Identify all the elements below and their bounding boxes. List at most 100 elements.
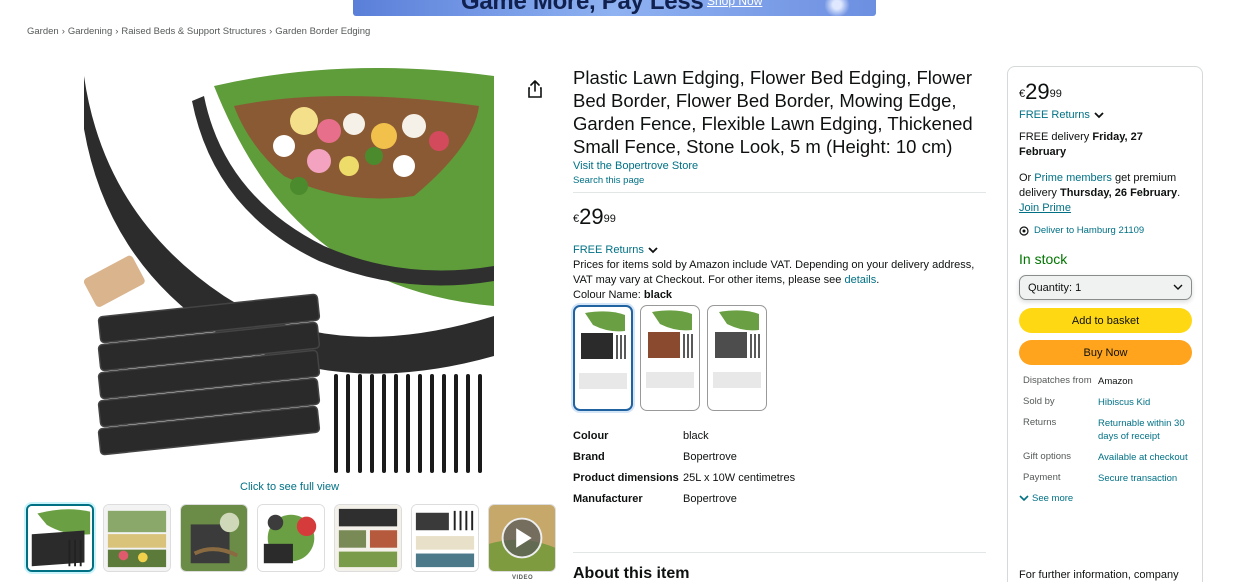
thumbnail-1[interactable]: [26, 504, 94, 572]
spec-row: Colour black: [573, 425, 986, 446]
breadcrumb-item-garden[interactable]: Garden: [27, 26, 59, 37]
swatch-grey[interactable]: [707, 305, 767, 411]
chevron-down-icon: [1019, 495, 1029, 502]
deliver-to-label: Deliver to Hamburg 21109: [1034, 225, 1145, 236]
spec-row: Product dimensions 25L x 10W centimetres: [573, 467, 986, 488]
breadcrumb: Garden › Gardening › Raised Beds & Support S…: [27, 26, 370, 37]
info-key: Payment: [1023, 472, 1061, 483]
prime-date: Thursday, 26 February: [1059, 187, 1178, 199]
swatch-image: [713, 310, 761, 362]
swatch-image: [646, 310, 694, 362]
price-fraction: 99: [603, 213, 616, 225]
vat-note: Prices for items sold by Amazon include …: [573, 258, 986, 288]
price-currency: €: [1019, 88, 1026, 100]
vat-note-end: .: [876, 274, 880, 286]
divider: [573, 192, 986, 193]
info-value-link[interactable]: Returnable within 30 days of receipt: [1098, 417, 1188, 443]
breadcrumb-item-gardening[interactable]: Gardening: [68, 26, 112, 37]
store-link[interactable]: Visit the Bopertrove Store: [573, 160, 986, 172]
search-this-page-link[interactable]: Search this page: [573, 175, 986, 186]
thumbnail-strip: [26, 504, 556, 572]
divider: [573, 552, 986, 553]
info-row: Payment Secure transaction: [1019, 472, 1191, 485]
thumbnail-4[interactable]: [257, 504, 325, 572]
chevron-down-icon: [648, 246, 658, 253]
main-product-image[interactable]: [79, 66, 497, 474]
chevron-down-icon: [1094, 111, 1104, 118]
prime-delivery-info: Or Prime members get premium delivery Th…: [1019, 171, 1191, 216]
further-info-text: For further information, company: [1019, 569, 1179, 581]
buy-now-button[interactable]: Buy Now: [1019, 340, 1192, 365]
spec-value: 25L x 10W centimetres: [683, 471, 796, 484]
spec-value: black: [683, 429, 709, 442]
colour-label: Colour Name:: [573, 289, 641, 301]
info-value-link[interactable]: Hibiscus Kid: [1098, 396, 1188, 409]
spec-key: Brand: [573, 450, 605, 463]
swatch-price-placeholder: [646, 372, 694, 388]
spec-row: Brand Bopertrove: [573, 446, 986, 467]
price-whole: 29: [1025, 79, 1050, 104]
share-icon[interactable]: [527, 80, 543, 98]
info-value: Amazon: [1098, 376, 1133, 387]
spec-value: Bopertrove: [683, 450, 737, 463]
price-currency: €: [573, 213, 580, 225]
spec-key: Product dimensions: [573, 471, 679, 484]
thumbnail-2[interactable]: [103, 504, 171, 572]
breadcrumb-item-raised-beds[interactable]: Raised Beds & Support Structures: [121, 26, 266, 37]
price-fraction: 99: [1049, 88, 1062, 100]
spec-value: Bopertrove: [683, 492, 737, 505]
free-returns-label: FREE Returns: [1019, 109, 1090, 121]
info-key: Sold by: [1023, 396, 1055, 407]
thumbnail-5[interactable]: [334, 504, 402, 572]
quantity-select[interactable]: Quantity: 1: [1019, 275, 1192, 300]
see-more-link[interactable]: See more: [1019, 493, 1191, 504]
info-row: Returns Returnable within 30 days of rece…: [1019, 417, 1191, 443]
thumbnail-6[interactable]: [411, 504, 479, 572]
buybox-free-returns-link[interactable]: FREE Returns: [1019, 109, 1191, 121]
info-value-link[interactable]: Secure transaction: [1098, 472, 1188, 485]
swatch-price-placeholder: [579, 373, 627, 389]
product-specs: Colour black Brand Bopertrove Product dime…: [573, 425, 986, 509]
breadcrumb-item-border-edging[interactable]: Garden Border Edging: [275, 26, 370, 37]
info-value-link[interactable]: Available at checkout: [1098, 451, 1188, 464]
prime-members-link[interactable]: Prime members: [1034, 172, 1112, 184]
breadcrumb-separator: ›: [115, 26, 119, 37]
video-thumbnail[interactable]: [488, 504, 556, 572]
video-label: VIDEO: [512, 575, 534, 581]
breadcrumb-separator: ›: [61, 26, 65, 37]
prime-end: .: [1177, 187, 1181, 199]
join-prime-link[interactable]: Join Prime: [1019, 202, 1071, 214]
info-row: Dispatches from Amazon: [1019, 375, 1191, 388]
product-photo: [79, 66, 497, 474]
free-returns-label: FREE Returns: [573, 244, 644, 256]
free-returns-link[interactable]: FREE Returns: [573, 244, 986, 256]
info-row: Gift options Available at checkout: [1019, 451, 1191, 464]
swatch-brown[interactable]: [640, 305, 700, 411]
ad-decoration: [825, 0, 855, 16]
ad-banner[interactable]: Game More, Pay Less Shop Now: [353, 0, 876, 16]
click-full-view-link[interactable]: Click to see full view: [240, 481, 339, 493]
product-title: Plastic Lawn Edging, Flower Bed Edging, …: [573, 67, 973, 157]
deliver-to-link[interactable]: Deliver to Hamburg 21109: [1019, 225, 1191, 236]
see-more-label: See more: [1032, 493, 1074, 504]
price-whole: 29: [579, 204, 604, 229]
colour-value: black: [643, 289, 673, 301]
chevron-down-icon: [1173, 284, 1183, 290]
thumbnail-3[interactable]: [180, 504, 248, 572]
product-details: Plastic Lawn Edging, Flower Bed Edging, …: [573, 66, 986, 509]
ad-shop-now-link[interactable]: Shop Now: [707, 0, 762, 8]
info-row: Sold by Hibiscus Kid: [1019, 396, 1191, 409]
add-to-basket-button[interactable]: Add to basket: [1019, 308, 1192, 333]
delivery-prefix: FREE delivery: [1019, 131, 1090, 143]
product-price: €2999: [573, 204, 986, 230]
swatch-price-placeholder: [713, 372, 761, 388]
vat-note-text: Prices for items sold by Amazon include …: [573, 259, 975, 286]
location-pin-icon: [1019, 225, 1029, 236]
colour-name: Colour Name: black: [573, 289, 986, 301]
swatch-image: [579, 311, 627, 363]
swatch-black[interactable]: [573, 305, 633, 411]
prime-prefix: Or: [1019, 172, 1032, 184]
spec-key: Manufacturer: [573, 492, 643, 505]
vat-details-link[interactable]: details: [844, 274, 876, 286]
spec-key: Colour: [573, 429, 609, 442]
